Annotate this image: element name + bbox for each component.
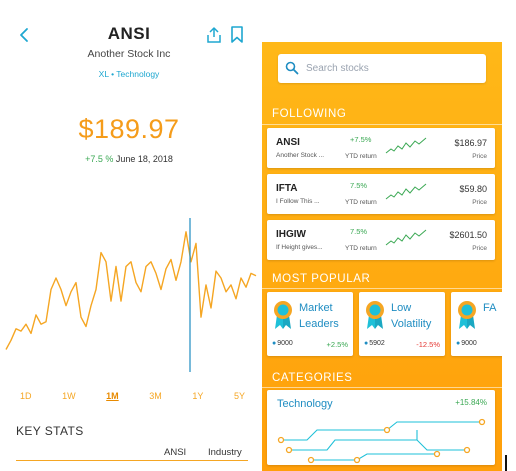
category-performance: +15.84% (455, 398, 487, 407)
popular-user-count-value: 9000 (277, 340, 293, 347)
time-range-selector: 1D 1W 1M 3M 1Y 5Y (20, 391, 245, 401)
popular-title-line1: FA (483, 302, 497, 314)
popular-title-line2: Leaders (299, 318, 339, 330)
range-5y[interactable]: 5Y (234, 391, 245, 401)
following-return-label: YTD return (345, 245, 377, 252)
following-return-pct: 7.5% (350, 227, 368, 236)
following-ticker: IFTA (276, 183, 298, 194)
current-price: $189.97 (78, 114, 180, 144)
sparkline-icon (385, 137, 427, 154)
category-name: Technology (277, 398, 333, 410)
key-stats-col-industry: Industry (208, 447, 242, 458)
following-title: FOLLOWING (272, 108, 347, 120)
following-price-label: Price (472, 153, 487, 160)
following-card-ifta[interactable]: IFTA I Follow This ... 7.5% YTD return $59.8… (267, 174, 495, 214)
discover-screen: Search stocks FOLLOWING ANSI Another Stoc… (262, 42, 502, 471)
key-stats-col-ticker: ANSI (164, 447, 187, 458)
popular-title-line2: Volatility (391, 318, 432, 330)
range-3m[interactable]: 3M (149, 391, 162, 401)
following-card-ansi[interactable]: ANSI Another Stock ... +7.5% YTD return $186… (267, 128, 495, 168)
popular-title-line1: Market (299, 302, 333, 314)
range-1w[interactable]: 1W (62, 391, 76, 401)
text-cursor (505, 455, 507, 471)
following-card-ihgiw[interactable]: IHGIW If Height gives... 7.5% YTD return $26… (267, 220, 495, 260)
category-card-technology[interactable]: Technology +15.84% (267, 390, 495, 465)
search-placeholder: Search stocks (306, 63, 369, 74)
most-popular-title: MOST POPULAR (272, 273, 371, 285)
following-price: $2601.50 (449, 230, 487, 240)
following-company: If Height gives... (276, 244, 323, 251)
award-ribbon-icon (274, 301, 292, 329)
range-1d[interactable]: 1D (20, 391, 32, 401)
popular-user-count: ●9000 (272, 340, 293, 347)
company-name: Another Stock Inc (87, 48, 171, 60)
following-return-pct: 7.5% (350, 181, 368, 190)
most-popular-divider (262, 288, 502, 289)
sparkline-icon (385, 183, 427, 200)
popular-card-0[interactable]: Market Leaders ●9000 +2.5% (267, 292, 353, 356)
search-icon (285, 61, 299, 75)
popular-card-1[interactable]: Low Volatility ●5902 -12.5% (359, 292, 445, 356)
range-1m[interactable]: 1M (106, 391, 119, 401)
popular-user-count-value: 5902 (369, 340, 385, 347)
key-stats-title: KEY STATS (16, 424, 84, 438)
award-ribbon-icon (366, 301, 384, 329)
price-change-pct: +7.5 % (85, 154, 114, 164)
price-change-row: +7.5 % June 18, 2018 (0, 154, 258, 164)
following-price-label: Price (472, 245, 487, 252)
following-price-label: Price (472, 199, 487, 206)
following-company: I Follow This ... (276, 198, 320, 205)
following-return-label: YTD return (345, 153, 377, 160)
popular-user-count-value: 9000 (461, 340, 477, 347)
popular-user-count: ●5902 (364, 340, 385, 347)
following-ticker: ANSI (276, 137, 300, 148)
following-price: $59.80 (459, 184, 487, 194)
user-icon: ● (364, 340, 369, 347)
exchange-sector-label: XL • Technology (98, 69, 160, 79)
share-icon[interactable] (206, 26, 222, 44)
user-icon: ● (456, 340, 461, 347)
user-icon: ● (272, 340, 277, 347)
following-price: $186.97 (454, 138, 487, 148)
following-divider (262, 124, 502, 125)
popular-card-2[interactable]: FA ●9000 (451, 292, 502, 356)
stock-detail-screen: ANSI Another Stock Inc XL • Technology $… (0, 0, 258, 471)
categories-title: CATEGORIES (272, 372, 353, 384)
following-company: Another Stock ... (276, 152, 325, 159)
sparkline-icon (385, 229, 427, 246)
circuit-illustration-icon (277, 418, 486, 464)
popular-performance: +2.5% (326, 340, 348, 349)
popular-title-line1: Low (391, 302, 412, 314)
price-line (5, 231, 257, 350)
price-date: June 18, 2018 (115, 154, 173, 164)
categories-divider (262, 387, 502, 388)
following-ticker: IHGIW (276, 229, 306, 240)
range-1y[interactable]: 1Y (192, 391, 203, 401)
price-chart[interactable] (0, 210, 258, 375)
award-ribbon-icon (458, 301, 476, 329)
following-return-pct: +7.5% (350, 135, 372, 144)
popular-user-count: ●9000 (456, 340, 477, 347)
popular-performance: -12.5% (416, 340, 440, 349)
search-input[interactable]: Search stocks (278, 54, 486, 83)
bookmark-icon[interactable] (230, 26, 244, 44)
following-return-label: YTD return (345, 199, 377, 206)
key-stats-divider (16, 460, 248, 461)
